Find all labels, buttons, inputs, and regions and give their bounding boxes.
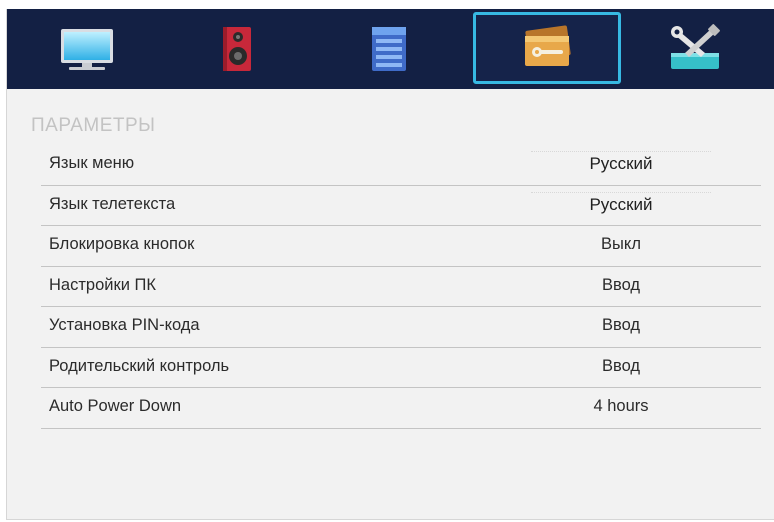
options-folder-icon [519, 24, 575, 72]
setting-value: Русский [531, 191, 711, 215]
tab-setup[interactable] [625, 9, 765, 89]
setting-label: Родительский контроль [49, 356, 230, 375]
setting-teletext-language[interactable]: Язык телетекста Русский [41, 186, 761, 226]
setting-value: 4 hours [593, 397, 649, 415]
setting-value: Ввод [601, 275, 641, 294]
setting-pc-settings[interactable]: Настройки ПК Ввод [41, 267, 761, 307]
setting-label: Язык меню [49, 154, 135, 172]
setting-value: Ввод [601, 316, 641, 334]
setting-auto-power-down[interactable]: Auto Power Down 4 hours [41, 388, 761, 429]
setting-value: Ввод [601, 356, 641, 375]
setting-button-lock[interactable]: Блокировка кнопок Выкл [41, 226, 761, 267]
setting-pin-setup[interactable]: Установка PIN-кода Ввод [41, 307, 761, 348]
tab-channels[interactable] [319, 9, 459, 89]
setting-parental-control[interactable]: Родительский контроль Ввод [41, 348, 761, 388]
setting-label: Установка PIN-кода [49, 316, 200, 334]
setting-label: Настройки ПК [49, 275, 156, 294]
section-title: ПАРАМЕТРЫ [31, 115, 156, 136]
setting-value: Выкл [601, 235, 641, 253]
setting-label: Блокировка кнопок [49, 235, 195, 253]
setting-value: Русский [531, 151, 711, 174]
tab-sound[interactable] [167, 9, 307, 89]
tab-options[interactable] [473, 12, 621, 84]
speaker-icon [217, 23, 257, 75]
setting-menu-language[interactable]: Язык меню Русский [41, 145, 761, 186]
tab-picture[interactable] [17, 9, 157, 89]
monitor-icon [57, 25, 117, 73]
setting-label: Auto Power Down [49, 397, 182, 415]
menu-tab-bar [7, 9, 774, 89]
setting-label: Язык телетекста [49, 194, 176, 213]
tv-settings-screen: ПАРАМЕТРЫ Язык меню Русский Язык телетек… [6, 9, 774, 520]
channel-list-icon [368, 23, 410, 75]
tools-icon [665, 23, 725, 75]
settings-list: Язык меню Русский Язык телетекста Русски… [41, 145, 761, 429]
